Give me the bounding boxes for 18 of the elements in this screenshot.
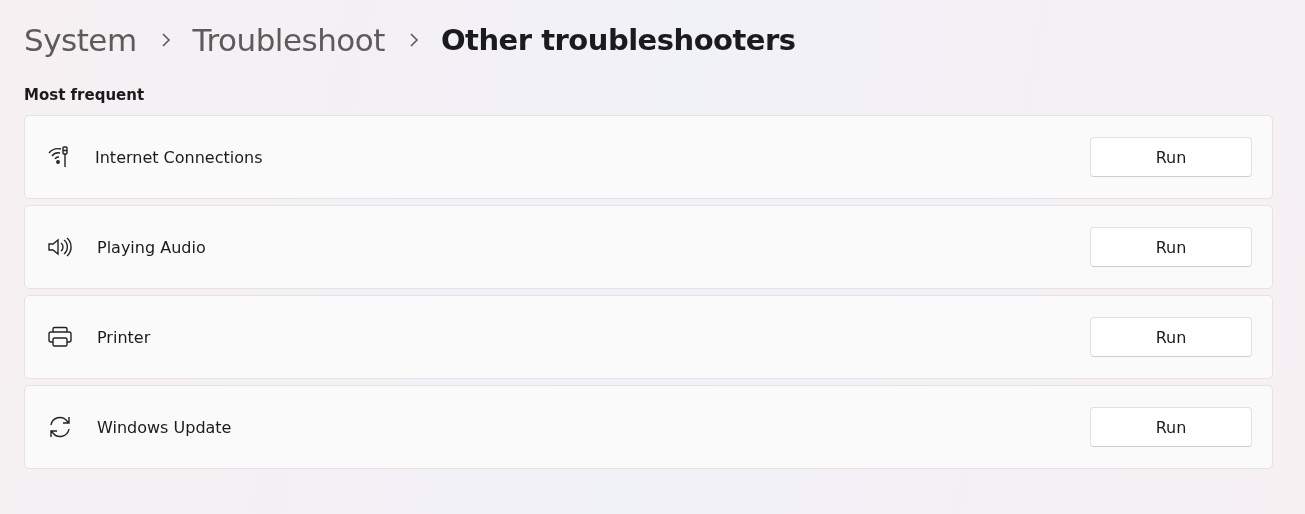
run-button[interactable]: Run	[1090, 407, 1252, 447]
chevron-icon	[160, 33, 171, 47]
page-title: Other troubleshooters	[440, 23, 796, 57]
speaker-icon	[47, 235, 73, 259]
troubleshooter-label: Windows Update	[97, 417, 233, 437]
section-heading: Most frequent	[24, 86, 146, 106]
run-button[interactable]: Run	[1090, 137, 1252, 177]
run-button[interactable]: Run	[1090, 317, 1252, 357]
wifi-icon	[47, 145, 71, 169]
refresh-icon	[47, 414, 73, 440]
troubleshooter-label: Printer	[97, 327, 152, 347]
troubleshooter-label: Internet Connections	[95, 147, 264, 167]
chevron-icon	[408, 33, 419, 47]
breadcrumb-link[interactable]: Troubleshoot	[192, 22, 385, 58]
troubleshooter-label: Playing Audio	[97, 237, 207, 257]
breadcrumb-link[interactable]: System	[24, 22, 137, 58]
printer-icon	[47, 325, 73, 349]
run-button[interactable]: Run	[1090, 227, 1252, 267]
